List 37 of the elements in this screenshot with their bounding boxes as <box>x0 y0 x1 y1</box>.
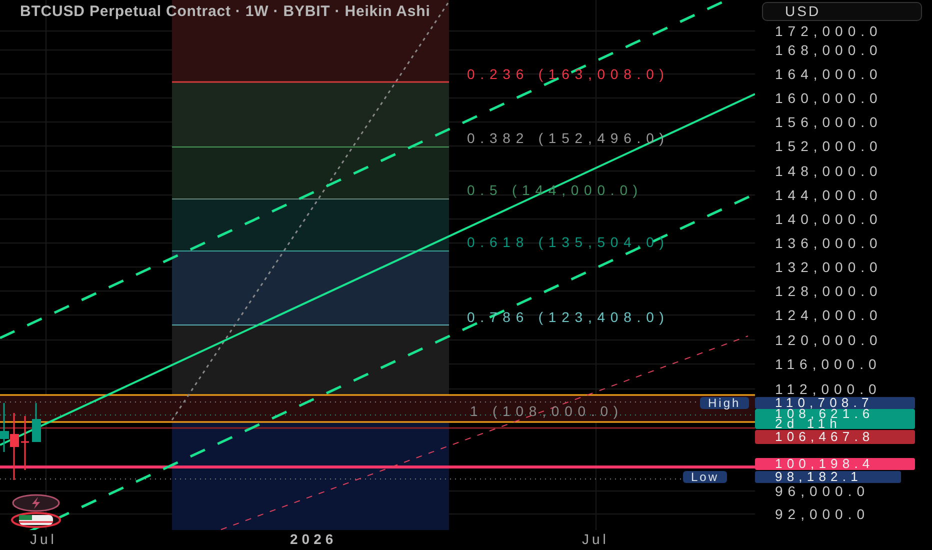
price-tag-value: 100,198.4 <box>775 459 876 469</box>
time-axis-label: Jul <box>582 531 609 547</box>
price-marker-label: Low <box>683 471 728 483</box>
price-axis-label: 156,000.0 <box>775 113 882 131</box>
price-marker-label: High <box>700 397 749 409</box>
price-axis-label: 144,000.0 <box>775 186 882 204</box>
time-axis-label: 2026 <box>290 531 338 547</box>
price-axis-label: 140,000.0 <box>775 210 882 228</box>
price-tag-value: 106,467.8 <box>775 432 876 442</box>
price-tag-value: 98,182.1 <box>775 472 862 482</box>
fib-level-label: 0.786 (123,408.0) <box>467 308 670 326</box>
price-axis-label: 172,000.0 <box>775 22 882 40</box>
countdown-label: 2d 11h <box>775 419 842 429</box>
price-axis-label: 152,000.0 <box>775 137 882 155</box>
price-axis-label: 96,000.0 <box>775 483 870 500</box>
price-axis-label: 112,000.0 <box>775 380 882 398</box>
price-axis-label: 120,000.0 <box>775 331 882 349</box>
price-axis-label: 128,000.0 <box>775 282 882 300</box>
price-tag-value: 110,708.7 <box>775 398 874 408</box>
price-tag-value: 108,621.6 <box>775 409 876 419</box>
price-axis-label: 164,000.0 <box>775 65 882 83</box>
flag-icon[interactable] <box>11 512 61 528</box>
fib-level-label: 0.618 (135,504.0) <box>467 233 670 251</box>
price-axis-label: 160,000.0 <box>775 89 882 107</box>
price-axis-label: 132,000.0 <box>775 258 882 276</box>
lightning-icon[interactable] <box>12 494 60 512</box>
price-axis-label: 116,000.0 <box>775 355 882 373</box>
fib-level-label: 0.236 (163,008.0) <box>467 65 670 83</box>
currency-button[interactable]: USD <box>762 2 922 21</box>
price-axis-label: 136,000.0 <box>775 234 882 252</box>
price-axis-label: 124,000.0 <box>775 306 882 324</box>
price-axis-label: 148,000.0 <box>775 162 882 180</box>
price-axis-label: 92,000.0 <box>775 505 870 523</box>
chart-title: BTCUSD Perpetual Contract · 1W · BYBIT · Heikin Ashi <box>20 3 430 20</box>
price-axis-label: 168,000.0 <box>775 41 882 59</box>
time-axis-label: Jul <box>30 531 57 547</box>
fib-level-label: 1 (108,000.0) <box>470 402 624 420</box>
